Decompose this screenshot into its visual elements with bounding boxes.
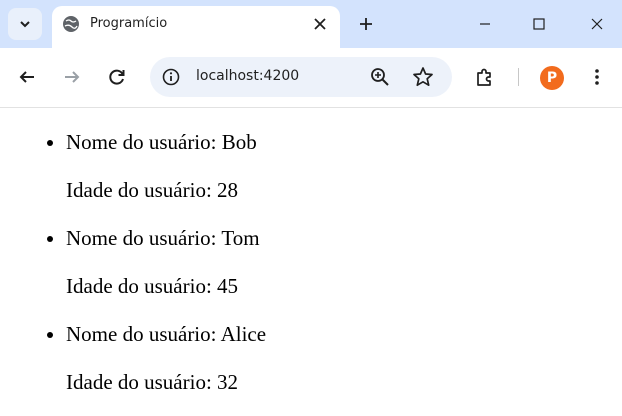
url-text[interactable]: localhost:4200 xyxy=(196,68,299,84)
tab-title: Programício xyxy=(90,16,168,31)
chevron-down-icon xyxy=(20,21,30,28)
star-icon[interactable] xyxy=(412,66,434,88)
user-name: Nome do usuário: Alice xyxy=(66,322,267,346)
close-icon xyxy=(314,18,326,30)
minimize-button[interactable] xyxy=(470,10,500,38)
minimize-icon xyxy=(480,23,490,25)
maximize-button[interactable] xyxy=(524,10,554,38)
plus-icon xyxy=(360,18,372,30)
user-name: Nome do usuário: Tom xyxy=(66,226,260,250)
reload-button[interactable] xyxy=(104,64,130,90)
kebab-menu-icon xyxy=(595,69,599,85)
reload-icon xyxy=(109,69,125,85)
user-age: Idade do usuário: 32 xyxy=(66,370,239,394)
profile-avatar[interactable]: P xyxy=(540,66,564,90)
menu-button[interactable] xyxy=(584,64,610,90)
tab-close-button[interactable] xyxy=(310,14,330,34)
user-age: Idade do usuário: 45 xyxy=(66,274,239,298)
new-tab-button[interactable] xyxy=(354,12,378,36)
back-button[interactable] xyxy=(14,64,40,90)
globe-icon xyxy=(63,16,79,32)
list-item: Nome do usuário: Alice Idade do usuário:… xyxy=(66,320,266,416)
maximize-icon xyxy=(533,18,545,30)
list-item: Nome do usuário: Tom Idade do usuário: 4… xyxy=(66,224,266,320)
back-arrow-icon xyxy=(19,71,34,83)
page-content: Nome do usuário: Bob Idade do usuário: 2… xyxy=(0,108,622,416)
toolbar-divider xyxy=(518,68,519,86)
puzzle-icon xyxy=(477,68,491,86)
user-list: Nome do usuário: Bob Idade do usuário: 2… xyxy=(66,128,266,416)
forward-button[interactable] xyxy=(59,64,85,90)
tab-strip: Programício xyxy=(0,0,622,48)
active-tab[interactable]: Programício xyxy=(52,6,340,48)
zoom-in-icon[interactable] xyxy=(370,67,390,87)
browser-toolbar: localhost:4200 P xyxy=(0,48,622,108)
close-icon xyxy=(591,18,603,30)
address-bar[interactable]: localhost:4200 xyxy=(150,57,452,97)
profile-icon: P xyxy=(546,70,558,86)
user-age: Idade do usuário: 28 xyxy=(66,178,239,202)
user-name: Nome do usuário: Bob xyxy=(66,130,257,154)
tab-search-button[interactable] xyxy=(8,8,42,40)
info-icon[interactable] xyxy=(162,68,180,86)
extensions-button[interactable] xyxy=(472,64,498,90)
list-item: Nome do usuário: Bob Idade do usuário: 2… xyxy=(66,128,266,224)
forward-arrow-icon xyxy=(65,71,80,83)
window-close-button[interactable] xyxy=(582,10,612,38)
